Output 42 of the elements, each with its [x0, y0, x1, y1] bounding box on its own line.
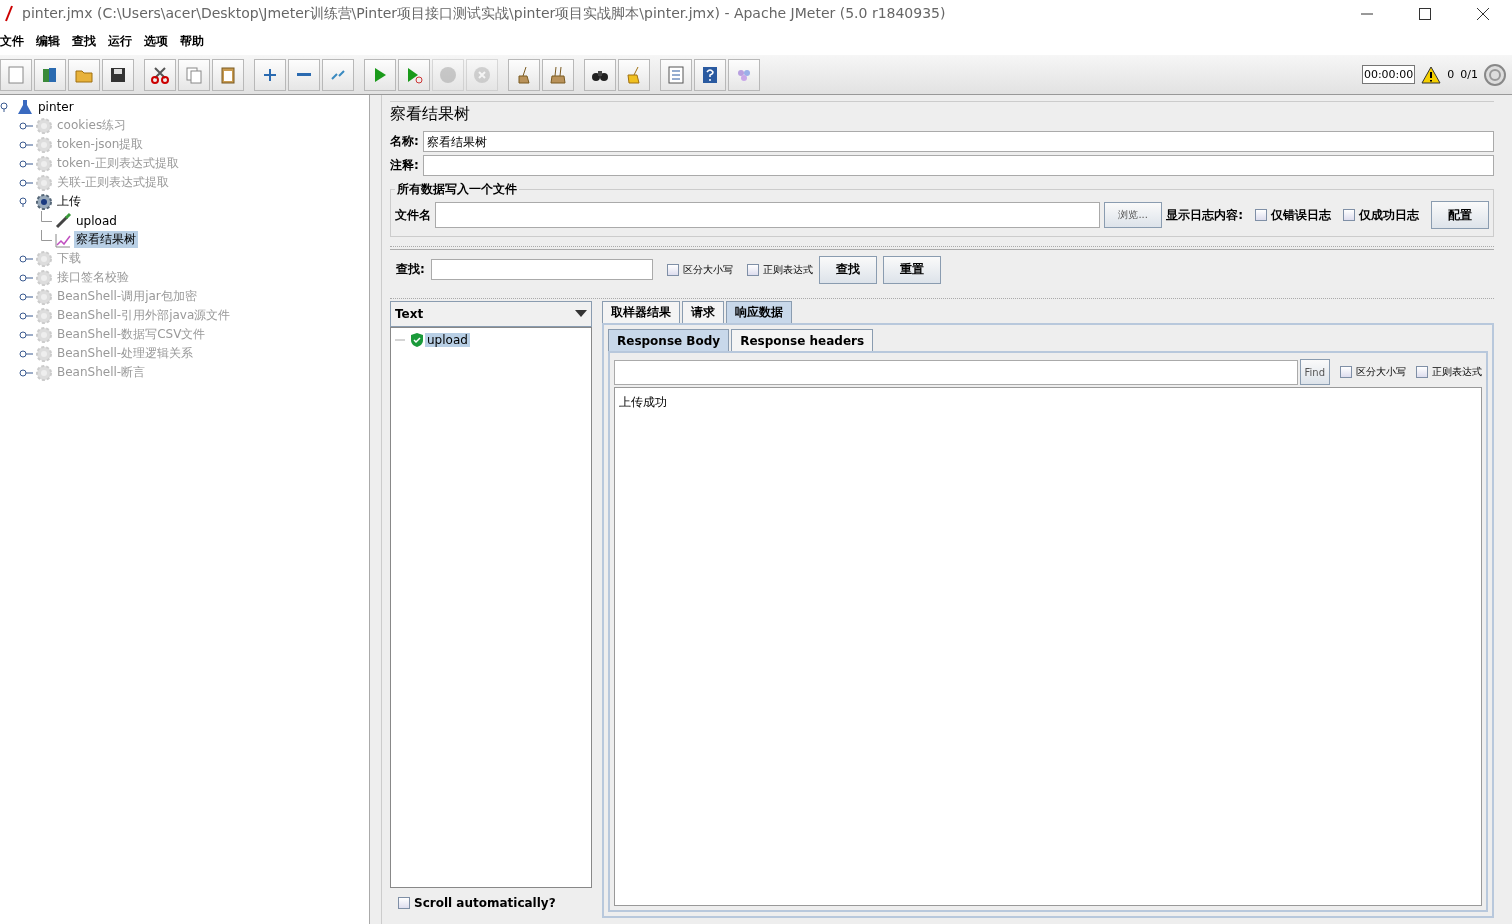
response-body-text: 上传成功 [614, 387, 1482, 906]
checkbox-label: 区分大小写 [682, 262, 733, 277]
panel-title: 察看结果树 [390, 101, 1494, 129]
tree-item[interactable]: 察看结果树 [74, 231, 138, 248]
field-label: 文件名 [395, 206, 431, 224]
tab[interactable]: Response Body [608, 329, 730, 351]
checkbox-label: 正则表达式 [762, 262, 813, 277]
field-label: 名称: [390, 132, 419, 150]
config-button[interactable]: 配置 [1431, 201, 1489, 229]
reset-button[interactable]: 重置 [882, 255, 941, 284]
menu-item[interactable]: 编辑 [30, 33, 66, 50]
tree-item[interactable]: pinter [36, 99, 76, 114]
menu-item[interactable]: 查找 [66, 33, 102, 50]
tab[interactable]: 请求 [682, 301, 724, 323]
tab[interactable]: 响应数据 [726, 301, 792, 323]
warning-count: 0 [1447, 68, 1455, 81]
checkbox-label: Scroll automatically? [414, 896, 556, 910]
name-field[interactable]: 察看结果树 [422, 130, 1494, 152]
checkbox-label: 仅成功日志 [1359, 206, 1419, 224]
menu-item[interactable]: 运行 [102, 33, 138, 50]
menu-item[interactable]: 文件 [0, 33, 30, 50]
menu-item[interactable]: 选项 [138, 33, 174, 50]
tree-item[interactable]: 上传 [55, 193, 83, 210]
find-button[interactable]: Find [1299, 359, 1330, 385]
tab[interactable]: Response headers [731, 329, 874, 351]
checkbox-label: 正则表达式 [1432, 365, 1482, 379]
result-item[interactable]: upload [425, 332, 470, 347]
find-button[interactable]: 查找 [818, 255, 877, 284]
menu-item[interactable]: 帮助 [174, 33, 210, 50]
browse-button[interactable]: 浏览... [1104, 202, 1163, 228]
checkbox-label: 区分大小写 [1356, 365, 1406, 379]
tab[interactable]: 取样器结果 [602, 301, 680, 323]
group-title: 所有数据写入一个文件 [396, 181, 518, 198]
field-label: 显示日志内容: [1166, 206, 1243, 224]
thread-count: 0/1 [1460, 68, 1478, 81]
checkbox-label: 仅错误日志 [1271, 206, 1331, 224]
field-label: 注释: [390, 156, 419, 174]
field-label: 查找: [396, 261, 425, 278]
renderer-dropdown[interactable]: Text [390, 301, 592, 327]
tree-item[interactable]: upload [74, 213, 119, 228]
window-title: pinter.jmx (C:\Users\acer\Desktop\Jmeter训练营\Pinter项目接口测试实战\pinter项目实战脚本\pinter.jmx) - Apache JMeter (5.0 r1840935) [22, 5, 946, 23]
timer: 00:00:00 [1361, 65, 1416, 84]
